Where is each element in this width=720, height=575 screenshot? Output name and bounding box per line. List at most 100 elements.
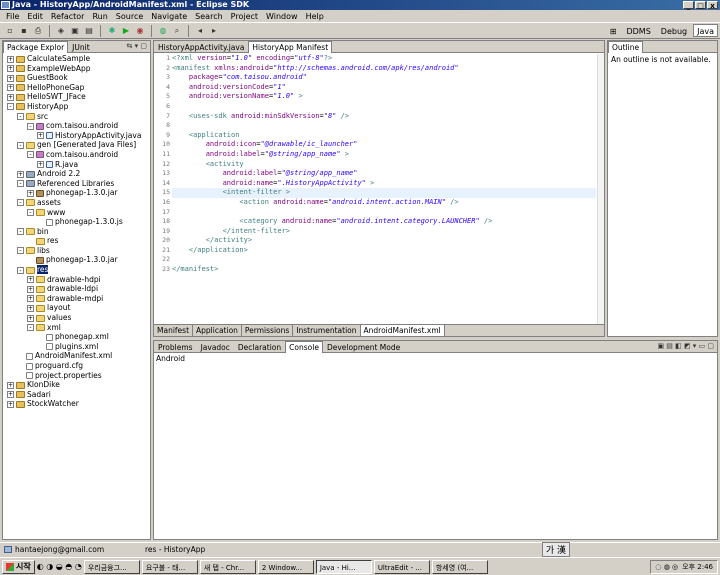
new-icon[interactable]: ▫ — [4, 25, 16, 36]
run-icon[interactable]: ▶ — [120, 25, 132, 36]
tree-item[interactable]: + Sadari — [3, 390, 150, 400]
tree-item[interactable]: - com.taisou.android — [3, 121, 150, 131]
expand-toggle-icon[interactable]: - — [17, 228, 24, 236]
tree-item[interactable]: - res — [3, 265, 150, 275]
tree-item[interactable]: + HelloPhoneGap — [3, 83, 150, 93]
close-button[interactable]: x — [707, 1, 718, 10]
expand-toggle-icon[interactable]: + — [7, 381, 14, 389]
tree-item[interactable]: phonegap-1.3.0.jar — [3, 255, 150, 265]
menu-search[interactable]: Search — [191, 12, 226, 21]
expand-toggle-icon[interactable]: + — [37, 161, 44, 169]
menu-window[interactable]: Window — [262, 12, 302, 21]
manifest-tab-androidmanifest-xml[interactable]: AndroidManifest.xml — [360, 325, 445, 336]
external-tools-icon[interactable]: ◉ — [134, 25, 146, 36]
menu-refactor[interactable]: Refactor — [47, 12, 89, 21]
open-type-icon[interactable]: ⌕ — [171, 25, 183, 36]
expand-toggle-icon[interactable]: + — [27, 189, 34, 197]
tree-item[interactable]: - assets — [3, 198, 150, 208]
expand-toggle-icon[interactable]: + — [7, 400, 14, 408]
tree-item[interactable]: + StockWatcher — [3, 399, 150, 409]
android-sdk-manager-icon[interactable]: ▣ — [69, 25, 81, 36]
print-icon[interactable]: ⎙ — [32, 25, 44, 36]
manifest-tab-manifest[interactable]: Manifest — [154, 325, 194, 336]
tab-console[interactable]: Console — [285, 341, 323, 353]
editor-tab-historyapp-manifest[interactable]: HistoryApp Manifest — [248, 41, 333, 53]
tree-item[interactable]: - xml — [3, 323, 150, 333]
menu-file[interactable]: File — [2, 12, 23, 21]
expand-toggle-icon[interactable]: + — [7, 84, 14, 92]
manifest-tab-permissions[interactable]: Permissions — [242, 325, 294, 336]
quicklaunch-icons[interactable]: ◐ ◑ ◒ ◓ ◔ — [37, 562, 82, 571]
tree-item[interactable]: - HistoryApp — [3, 102, 150, 112]
tree-item[interactable]: - gen [Generated Java Files] — [3, 140, 150, 150]
console-toolbar-icons[interactable]: ▣ ▤ ◧ ◩ ▾ ▭ ▢ — [657, 342, 714, 351]
overview-ruler[interactable] — [597, 54, 604, 324]
window-titlebar[interactable]: Java - HistoryApp/AndroidManifest.xml - … — [0, 0, 720, 10]
tree-item[interactable]: + KlonDike — [3, 380, 150, 390]
tree-item[interactable]: + Android 2.2 — [3, 169, 150, 179]
new-android-project-icon[interactable]: ◈ — [55, 25, 67, 36]
expand-toggle-icon[interactable]: - — [17, 141, 24, 149]
tab-package-explor[interactable]: Package Explor — [3, 41, 69, 53]
view-menu-icon[interactable]: ⇆ ▾ ▢ — [127, 42, 147, 51]
save-icon[interactable]: ▪ — [18, 25, 30, 36]
tree-item[interactable]: phonegap.xml — [3, 332, 150, 342]
tree-item[interactable]: + drawable-mdpi — [3, 294, 150, 304]
taskbar-button[interactable]: Java - Hi... — [315, 559, 372, 574]
menu-help[interactable]: Help — [302, 12, 328, 21]
menu-navigate[interactable]: Navigate — [147, 12, 191, 21]
taskbar-button[interactable]: 2 Window... — [257, 559, 314, 574]
perspective-java[interactable]: Java — [693, 24, 718, 37]
tree-item[interactable]: - bin — [3, 227, 150, 237]
tree-item[interactable]: proguard.cfg — [3, 361, 150, 371]
tab-declaration[interactable]: Declaration — [234, 341, 285, 352]
tree-item[interactable]: + R.java — [3, 160, 150, 170]
expand-toggle-icon[interactable]: + — [27, 276, 34, 284]
taskbar-button[interactable]: 새 탭 - Chr... — [199, 559, 256, 574]
tree-item[interactable]: res — [3, 236, 150, 246]
perspective-ddms[interactable]: DDMS — [622, 24, 654, 37]
manifest-tab-instrumentation[interactable]: Instrumentation — [293, 325, 361, 336]
expand-toggle-icon[interactable]: - — [17, 266, 24, 274]
tree-item[interactable]: + values — [3, 313, 150, 323]
menu-source[interactable]: Source — [112, 12, 147, 21]
menu-run[interactable]: Run — [88, 12, 111, 21]
taskbar-button[interactable]: 요구불 - 태... — [141, 559, 198, 574]
expand-toggle-icon[interactable]: + — [17, 170, 24, 178]
expand-toggle-icon[interactable]: - — [27, 122, 34, 130]
menu-project[interactable]: Project — [227, 12, 262, 21]
xml-source-editor[interactable]: <?xml version="1.0" encoding="utf-8"?> <m… — [172, 54, 596, 324]
tab-development-mode[interactable]: Development Mode — [323, 341, 404, 352]
expand-toggle-icon[interactable]: - — [17, 180, 24, 188]
expand-toggle-icon[interactable]: - — [17, 113, 24, 121]
back-icon[interactable]: ◂ — [194, 25, 206, 36]
minimize-button[interactable]: _ — [683, 1, 694, 10]
debug-icon[interactable]: ✱ — [106, 25, 118, 36]
manifest-tab-application[interactable]: Application — [193, 325, 242, 336]
tree-item[interactable]: phonegap-1.3.0.js — [3, 217, 150, 227]
tree-item[interactable]: + drawable-hdpi — [3, 275, 150, 285]
taskbar-button[interactable]: UltraEdit - ... — [373, 559, 430, 574]
start-button[interactable]: 시작 — [2, 559, 35, 574]
expand-toggle-icon[interactable]: + — [27, 295, 34, 303]
menu-edit[interactable]: Edit — [23, 12, 47, 21]
expand-toggle-icon[interactable]: - — [7, 103, 14, 111]
tree-item[interactable]: + ExampleWebApp — [3, 64, 150, 74]
tree-item[interactable]: + HelloSWT_JFace — [3, 92, 150, 102]
tree-item[interactable]: project.properties — [3, 371, 150, 381]
expand-toggle-icon[interactable]: + — [7, 391, 14, 399]
tab-outline[interactable]: Outline — [608, 41, 644, 53]
expand-toggle-icon[interactable]: + — [7, 74, 14, 82]
tree-item[interactable]: + phonegap-1.3.0.jar — [3, 188, 150, 198]
perspective-debug[interactable]: Debug — [657, 24, 691, 37]
tree-item[interactable]: - Referenced Libraries — [3, 179, 150, 189]
expand-toggle-icon[interactable]: - — [27, 151, 34, 159]
tab-problems[interactable]: Problems — [154, 341, 197, 352]
tree-item[interactable]: + CalculateSample — [3, 54, 150, 64]
taskbar-button[interactable]: 항세영 (여... — [431, 559, 488, 574]
expand-toggle-icon[interactable]: + — [7, 65, 14, 73]
tree-item[interactable]: - www — [3, 208, 150, 218]
expand-toggle-icon[interactable]: + — [27, 304, 34, 312]
tree-item[interactable]: + HistoryAppActivity.java — [3, 131, 150, 141]
ime-indicator[interactable]: 가 漢 — [541, 542, 570, 557]
